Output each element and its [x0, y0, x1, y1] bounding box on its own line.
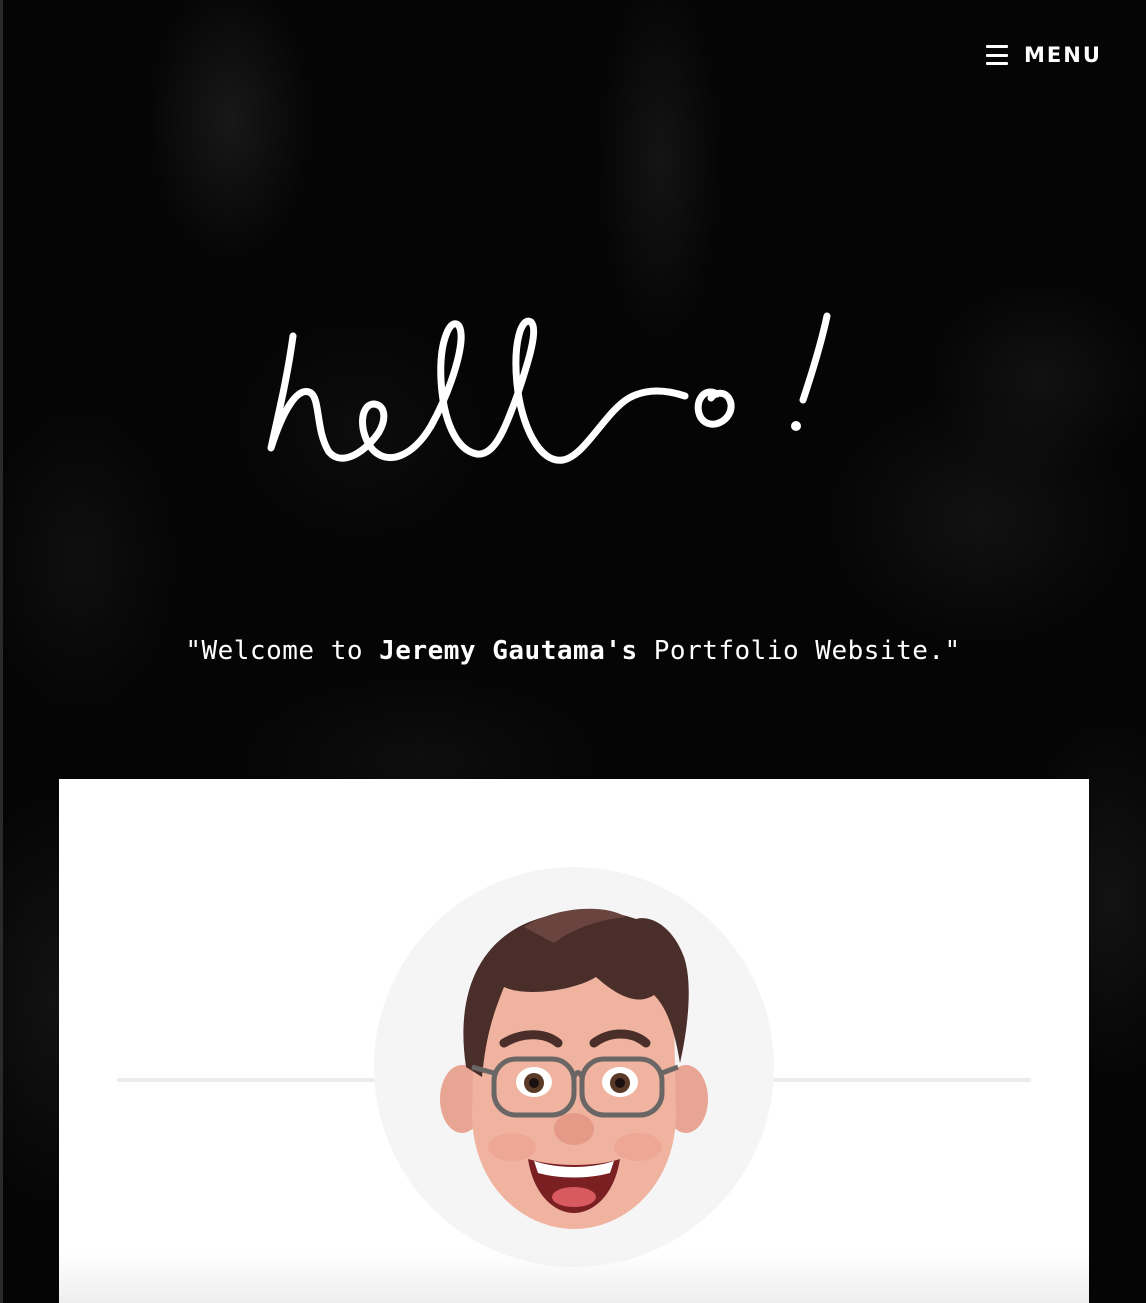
profile-card [59, 779, 1089, 1303]
hello-script-logo [267, 312, 831, 464]
welcome-prefix: "Welcome to [185, 636, 380, 666]
menu-button[interactable]: MENU [986, 40, 1102, 70]
page: MENU "Welcome to Jeremy Gautama's Portfo… [0, 0, 1146, 1303]
welcome-suffix: Portfolio Website." [637, 636, 961, 666]
card-bottom-fade [59, 1253, 1089, 1303]
welcome-message: "Welcome to Jeremy Gautama's Portfolio W… [0, 636, 1146, 666]
memoji-avatar-icon [440, 908, 708, 1229]
menu-label: MENU [1024, 43, 1102, 67]
divider-right [751, 1078, 1031, 1082]
hamburger-icon [986, 45, 1008, 65]
owner-name: Jeremy Gautama's [379, 636, 638, 666]
avatar [374, 867, 774, 1267]
divider-left [117, 1078, 397, 1082]
